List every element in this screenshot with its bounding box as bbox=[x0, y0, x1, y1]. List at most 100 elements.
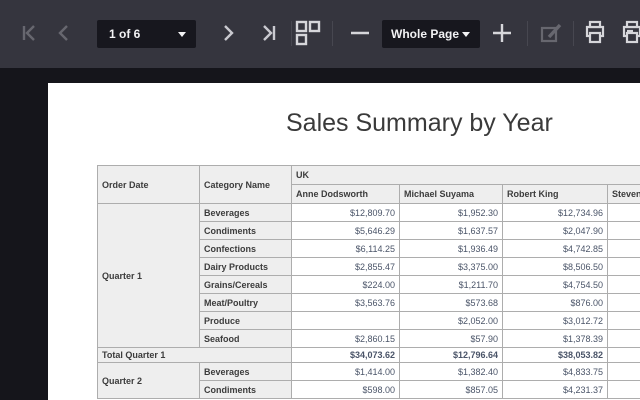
table-header-row-1: Order Date Category Name UK bbox=[98, 166, 640, 185]
value-cell: $4,833.75 bbox=[503, 363, 608, 381]
value-cell bbox=[608, 240, 640, 258]
value-cell: $573.68 bbox=[400, 294, 503, 312]
toolbar-separator bbox=[291, 21, 292, 46]
zoom-level-value: Whole Page bbox=[391, 27, 459, 41]
value-cell: $1,382.40 bbox=[400, 363, 503, 381]
report-table: Order Date Category Name UK Anne Dodswor… bbox=[97, 165, 640, 399]
toolbar-separator bbox=[527, 21, 528, 46]
toolbar-separator bbox=[332, 21, 333, 46]
col-header-category-name: Category Name bbox=[200, 166, 292, 204]
group-header-uk: UK bbox=[292, 166, 640, 185]
total-value-cell: $34,073.62 bbox=[292, 348, 400, 363]
value-cell: $2,052.00 bbox=[400, 312, 503, 330]
value-cell bbox=[608, 204, 640, 222]
category-label: Condiments bbox=[200, 222, 292, 240]
col-header-employee-1: Anne Dodsworth bbox=[292, 185, 400, 204]
value-cell: $2,855.47 bbox=[292, 258, 400, 276]
col-header-order-date: Order Date bbox=[98, 166, 200, 204]
dropdown-caret-icon bbox=[462, 32, 470, 37]
value-cell bbox=[608, 381, 640, 399]
page-layout-icon bbox=[294, 19, 322, 47]
print-button[interactable] bbox=[581, 19, 609, 47]
last-page-icon bbox=[257, 22, 279, 44]
total-row: Total Quarter 1$34,073.62$12,796.64$38,0… bbox=[98, 348, 640, 363]
value-cell: $1,378.39 bbox=[503, 330, 608, 348]
value-cell bbox=[608, 258, 640, 276]
value-cell bbox=[608, 294, 640, 312]
zoom-in-icon bbox=[490, 21, 514, 45]
next-page-button[interactable] bbox=[214, 19, 242, 47]
value-cell: $1,414.00 bbox=[292, 363, 400, 381]
category-label: Produce bbox=[200, 312, 292, 330]
print-preview-icon bbox=[619, 20, 640, 46]
value-cell: $8,506.50 bbox=[503, 258, 608, 276]
category-label: Confections bbox=[200, 240, 292, 258]
previous-page-icon bbox=[53, 22, 75, 44]
value-cell: $3,375.00 bbox=[400, 258, 503, 276]
col-header-employee-3: Robert King bbox=[503, 185, 608, 204]
page-number-value: 1 of 6 bbox=[109, 27, 140, 41]
value-cell: $3,012.72 bbox=[503, 312, 608, 330]
table-row: Quarter 2Beverages$1,414.00$1,382.40$4,8… bbox=[98, 363, 640, 381]
category-label: Beverages bbox=[200, 363, 292, 381]
total-value-cell bbox=[608, 348, 640, 363]
page-layout-button[interactable] bbox=[294, 19, 322, 47]
value-cell: $57.90 bbox=[400, 330, 503, 348]
category-label: Seafood bbox=[200, 330, 292, 348]
edit-icon bbox=[539, 20, 565, 46]
total-value-cell: $38,053.82 bbox=[503, 348, 608, 363]
first-page-icon bbox=[19, 22, 41, 44]
value-cell: $598.00 bbox=[292, 381, 400, 399]
report-table-header: Order Date Category Name UK Anne Dodswor… bbox=[98, 166, 640, 204]
category-label: Meat/Poultry bbox=[200, 294, 292, 312]
value-cell bbox=[608, 312, 640, 330]
value-cell: $5,646.29 bbox=[292, 222, 400, 240]
col-header-employee-2: Michael Suyama bbox=[400, 185, 503, 204]
value-cell: $2,860.15 bbox=[292, 330, 400, 348]
category-label: Condiments bbox=[200, 381, 292, 399]
value-cell: $1,936.49 bbox=[400, 240, 503, 258]
zoom-out-button[interactable] bbox=[346, 19, 374, 47]
value-cell: $224.00 bbox=[292, 276, 400, 294]
document-viewport[interactable]: Sales Summary by Year Order Date Categor… bbox=[0, 68, 640, 400]
print-preview-button[interactable] bbox=[618, 19, 640, 47]
next-page-icon bbox=[217, 22, 239, 44]
value-cell: $1,637.57 bbox=[400, 222, 503, 240]
category-label: Beverages bbox=[200, 204, 292, 222]
value-cell: $3,563.76 bbox=[292, 294, 400, 312]
value-cell bbox=[608, 330, 640, 348]
report-title: Sales Summary by Year bbox=[286, 109, 640, 138]
total-value-cell: $12,796.64 bbox=[400, 348, 503, 363]
quarter-label: Quarter 1 bbox=[98, 204, 200, 348]
value-cell: $4,742.85 bbox=[503, 240, 608, 258]
last-page-button[interactable] bbox=[254, 19, 282, 47]
dropdown-caret-icon bbox=[178, 32, 186, 37]
quarter-label: Quarter 2 bbox=[98, 363, 200, 399]
value-cell: $2,047.90 bbox=[503, 222, 608, 240]
report-table-body: Quarter 1Beverages$12,809.70$1,952.30$12… bbox=[98, 204, 640, 399]
value-cell bbox=[292, 312, 400, 330]
zoom-out-icon bbox=[348, 21, 372, 45]
value-cell bbox=[608, 276, 640, 294]
value-cell: $1,952.30 bbox=[400, 204, 503, 222]
value-cell: $876.00 bbox=[503, 294, 608, 312]
total-label: Total Quarter 1 bbox=[98, 348, 292, 363]
value-cell bbox=[608, 222, 640, 240]
page-number-select[interactable]: 1 of 6 bbox=[97, 20, 196, 48]
col-header-employee-4: Steven bbox=[608, 185, 640, 204]
first-page-button[interactable] bbox=[16, 19, 44, 47]
toolbar-separator bbox=[573, 21, 574, 46]
report-page: Sales Summary by Year Order Date Categor… bbox=[48, 83, 640, 400]
zoom-in-button[interactable] bbox=[488, 19, 516, 47]
viewer-toolbar: 1 of 6 bbox=[0, 0, 640, 68]
value-cell: $857.05 bbox=[400, 381, 503, 399]
previous-page-button[interactable] bbox=[50, 19, 78, 47]
zoom-level-select[interactable]: Whole Page bbox=[382, 20, 480, 48]
edit-button[interactable] bbox=[538, 19, 566, 47]
report-viewer-window: 1 of 6 bbox=[0, 0, 640, 400]
table-row: Quarter 1Beverages$12,809.70$1,952.30$12… bbox=[98, 204, 640, 222]
value-cell: $4,754.50 bbox=[503, 276, 608, 294]
value-cell: $12,734.96 bbox=[503, 204, 608, 222]
category-label: Dairy Products bbox=[200, 258, 292, 276]
value-cell bbox=[608, 363, 640, 381]
